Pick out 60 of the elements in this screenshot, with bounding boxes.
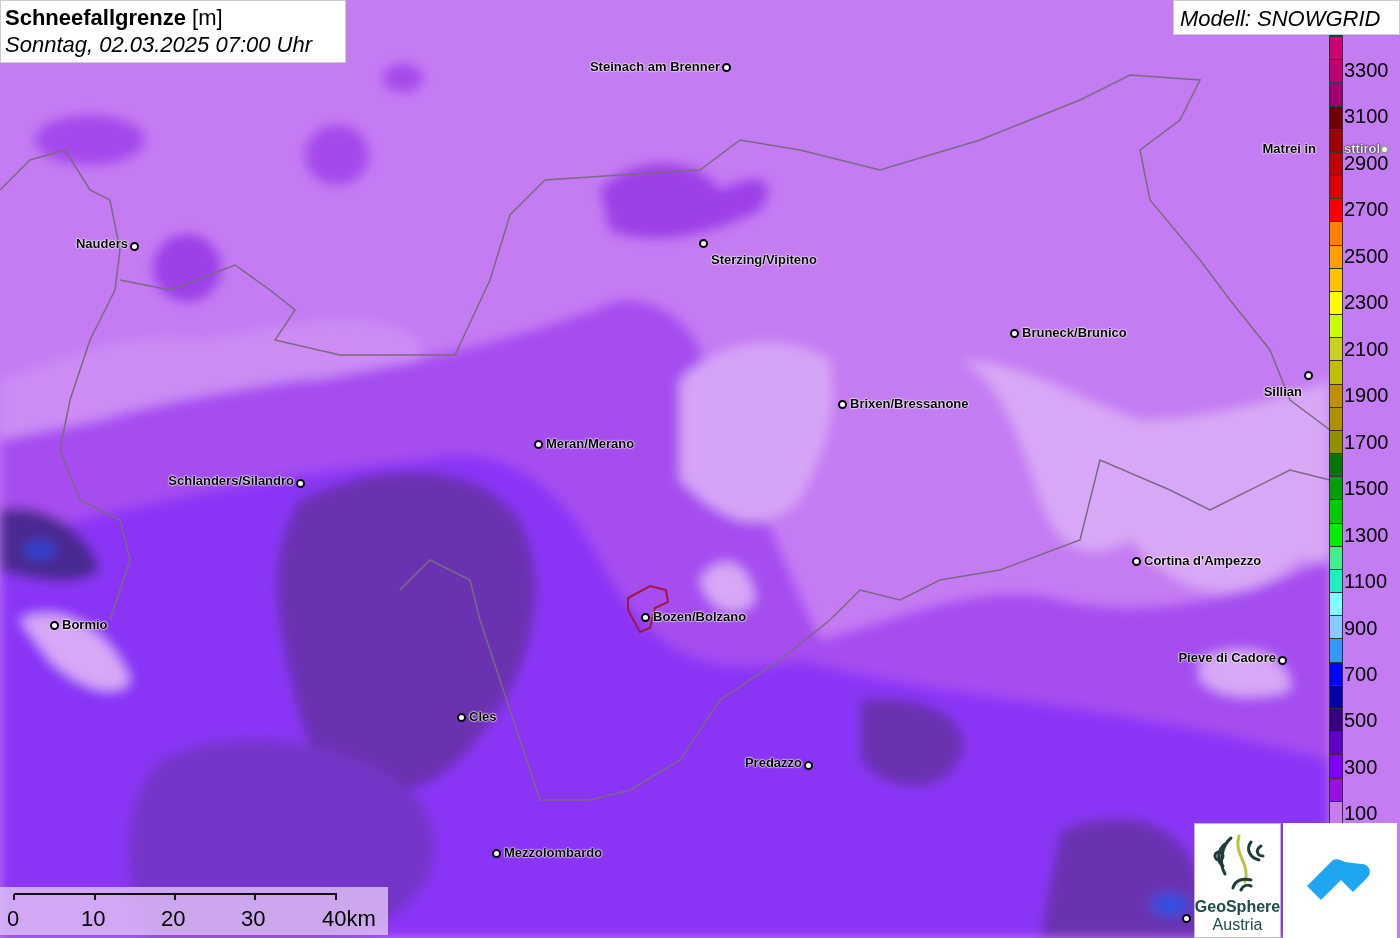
scale-value: 1300 [1344,523,1389,546]
scale-value: 500 [1344,709,1378,732]
place-label: Cles [469,709,497,724]
place-label: Predazzo [744,755,802,770]
scale-value: 2300 [1344,291,1389,314]
scale-value: 1700 [1344,430,1389,453]
scale-bar-label: 30 [241,906,266,932]
place-label: Nauders [75,236,128,251]
map-timestamp: Sonntag, 02.03.2025 07:00 Uhr [5,31,314,58]
scale-bar-label: 40km [322,906,376,932]
place-label: Brixen/Bressanone [850,396,969,411]
place-marker [457,713,466,722]
place-label: Bormio [62,617,108,632]
scale-value: 1500 [1344,477,1389,500]
scale-value: 900 [1344,616,1378,639]
logo-text: GeoSphere [1194,898,1281,916]
place-label: Schlanders/Silandro [168,473,294,488]
place-marker [804,761,813,770]
place-label: Mezzolombardo [504,845,603,860]
place-marker [1010,329,1019,338]
place-label: Pieve di Cadore [1178,650,1276,665]
place-marker [534,440,543,449]
place-label: Bruneck/Brunico [1022,325,1127,340]
scale-value: 2700 [1344,198,1389,221]
place-marker [1278,656,1287,665]
place-marker [50,621,59,630]
scale-value: 1100 [1344,570,1387,592]
scale-value: 100 [1344,802,1378,825]
scale-value: 1900 [1344,384,1389,407]
scale-bar-label: 20 [161,906,186,932]
place-marker [722,63,731,72]
scale-bar-label: 0 [7,906,20,932]
place-label: Meran/Merano [546,436,635,451]
scale-value: 3100 [1344,105,1389,128]
place-marker [1132,557,1141,566]
place-marker [296,479,305,488]
scale-value: 3300 [1344,58,1389,81]
place-marker [130,242,139,251]
place-marker [838,400,847,409]
place-label: Matrei in [1262,141,1316,156]
scale-value: 2500 [1344,244,1389,267]
place-marker [641,613,650,622]
place-marker [1380,145,1389,154]
place-marker [699,239,708,248]
place-label: Steinach am Brenner [589,59,720,74]
scale-value: 300 [1344,755,1378,778]
place-marker [1304,371,1313,380]
scale-bar-label: 10 [81,906,106,932]
scale-value: 2100 [1344,337,1389,360]
place-label: Sillian [1263,384,1302,399]
logo-text: Austria [1212,916,1263,934]
place-label: Sterzing/Vipiteno [711,252,817,267]
map-title: Schneefallgrenze [m] [5,4,224,31]
place-label: Bozen/Bolzano [653,609,747,624]
scale-value: 700 [1344,662,1378,685]
place-label: sttirol [1344,141,1381,156]
place-label: Cortina d'Ampezzo [1144,553,1262,568]
place-marker [492,849,501,858]
model-label: Modell: SNOWGRID [1173,0,1400,35]
place-marker [1182,914,1191,923]
